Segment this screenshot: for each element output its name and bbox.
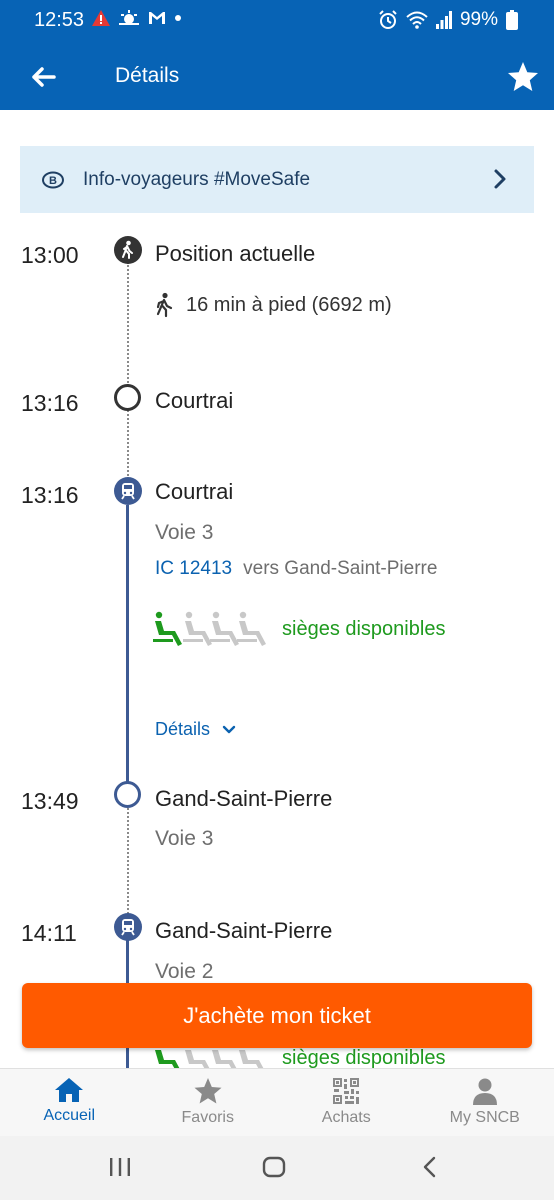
platform-dep2: Voie 2 — [155, 960, 214, 983]
svg-text:B: B — [49, 175, 57, 187]
sncb-logo-icon: B — [42, 171, 64, 189]
details-toggle[interactable]: Détails — [155, 719, 236, 740]
time-dep1: 13:16 — [21, 482, 79, 508]
walking-icon — [156, 292, 173, 318]
nav-my-sncb[interactable]: My SNCB — [416, 1069, 554, 1136]
dot-icon — [175, 15, 181, 21]
train-number[interactable]: IC 12413 — [155, 558, 232, 580]
recent-apps-icon[interactable] — [108, 1156, 132, 1178]
train-node-2 — [114, 913, 142, 941]
train-icon — [121, 483, 135, 500]
nav-accueil[interactable]: Accueil — [0, 1069, 139, 1136]
transfer-dotted-line-2 — [127, 808, 129, 914]
gmail-icon — [149, 12, 165, 24]
wifi-icon — [406, 11, 428, 29]
nav-label-accueil: Accueil — [43, 1107, 96, 1124]
seat-occupancy-icon — [153, 611, 266, 646]
walk-dotted-line — [127, 262, 129, 386]
details-label: Détails — [155, 719, 211, 739]
nav-achats[interactable]: Achats — [277, 1069, 416, 1136]
buy-ticket-button[interactable]: J'achète mon ticket — [22, 983, 532, 1048]
system-navigation-bar — [0, 1136, 554, 1200]
time-walk-end: 13:16 — [21, 390, 79, 416]
platform-dep1: Voie 3 — [155, 521, 214, 544]
chevron-down-icon — [222, 725, 236, 733]
system-icons: 99% — [378, 9, 518, 31]
chevron-right-icon — [494, 169, 506, 189]
arrival-node — [114, 781, 141, 808]
notification-icons — [92, 10, 182, 26]
seat-occupancy-2: sièges disponibles — [152, 1048, 445, 1068]
star-icon — [194, 1078, 222, 1104]
battery-icon — [506, 10, 518, 30]
nav-label-favoris: Favoris — [181, 1109, 234, 1126]
station-start: Position actuelle — [155, 241, 316, 266]
warning-icon — [92, 10, 110, 26]
station-walk-end: Courtrai — [155, 388, 234, 413]
back-button-icon[interactable] — [420, 1156, 440, 1178]
time-arr1: 13:49 — [21, 788, 79, 814]
time-start: 13:00 — [21, 242, 79, 268]
page-title: Détails — [115, 64, 180, 87]
app-bar: Détails — [0, 44, 554, 110]
back-arrow-icon[interactable] — [28, 61, 60, 93]
banner-text: Info-voyageurs #MoveSafe — [83, 169, 311, 190]
seat-occupancy-icon — [155, 1050, 264, 1068]
status-bar: 12:53 99% — [0, 0, 554, 44]
station-dep1: Courtrai — [155, 479, 234, 504]
home-icon — [55, 1078, 84, 1102]
qr-code-icon — [333, 1078, 360, 1104]
nav-label-my-sncb: My SNCB — [449, 1109, 520, 1126]
time-dep2: 14:11 — [21, 920, 77, 946]
train-node — [114, 477, 142, 505]
transfer-dotted-line — [127, 410, 129, 480]
train-destination: vers Gand-Saint-Pierre — [243, 558, 438, 579]
bottom-navigation: Accueil Favoris Achats My SNCB — [0, 1068, 554, 1136]
pedestrian-icon — [122, 240, 133, 259]
status-time: 12:53 — [34, 9, 85, 31]
weather-icon — [119, 10, 139, 25]
person-icon — [472, 1078, 497, 1105]
walk-duration: 16 min à pied (6692 m) — [186, 293, 392, 316]
nav-favoris[interactable]: Favoris — [139, 1069, 278, 1136]
favorite-star-icon[interactable] — [506, 60, 540, 94]
home-button-icon[interactable] — [262, 1156, 286, 1178]
battery-percent: 99% — [459, 9, 498, 30]
walk-node — [114, 236, 142, 264]
train-line-1 — [126, 505, 129, 783]
signal-icon — [435, 11, 452, 29]
platform-arr1: Voie 3 — [155, 827, 214, 850]
seats-available-text-2: sièges disponibles — [282, 1048, 446, 1068]
alarm-icon — [379, 10, 397, 29]
info-banner[interactable]: B Info-voyageurs #MoveSafe — [20, 146, 534, 213]
station-dep2: Gand-Saint-Pierre — [155, 918, 333, 943]
train-icon — [121, 919, 135, 936]
train-info[interactable]: IC 12413 vers Gand-Saint-Pierre — [155, 558, 437, 580]
nav-label-achats: Achats — [321, 1109, 371, 1126]
seats-available-text: sièges disponibles — [282, 617, 446, 640]
walk-info: 16 min à pied (6692 m) — [154, 292, 392, 318]
stop-node — [114, 384, 141, 411]
station-arr1: Gand-Saint-Pierre — [155, 786, 333, 811]
buy-ticket-label: J'achète mon ticket — [183, 1002, 371, 1028]
seat-occupancy: sièges disponibles — [152, 610, 445, 648]
